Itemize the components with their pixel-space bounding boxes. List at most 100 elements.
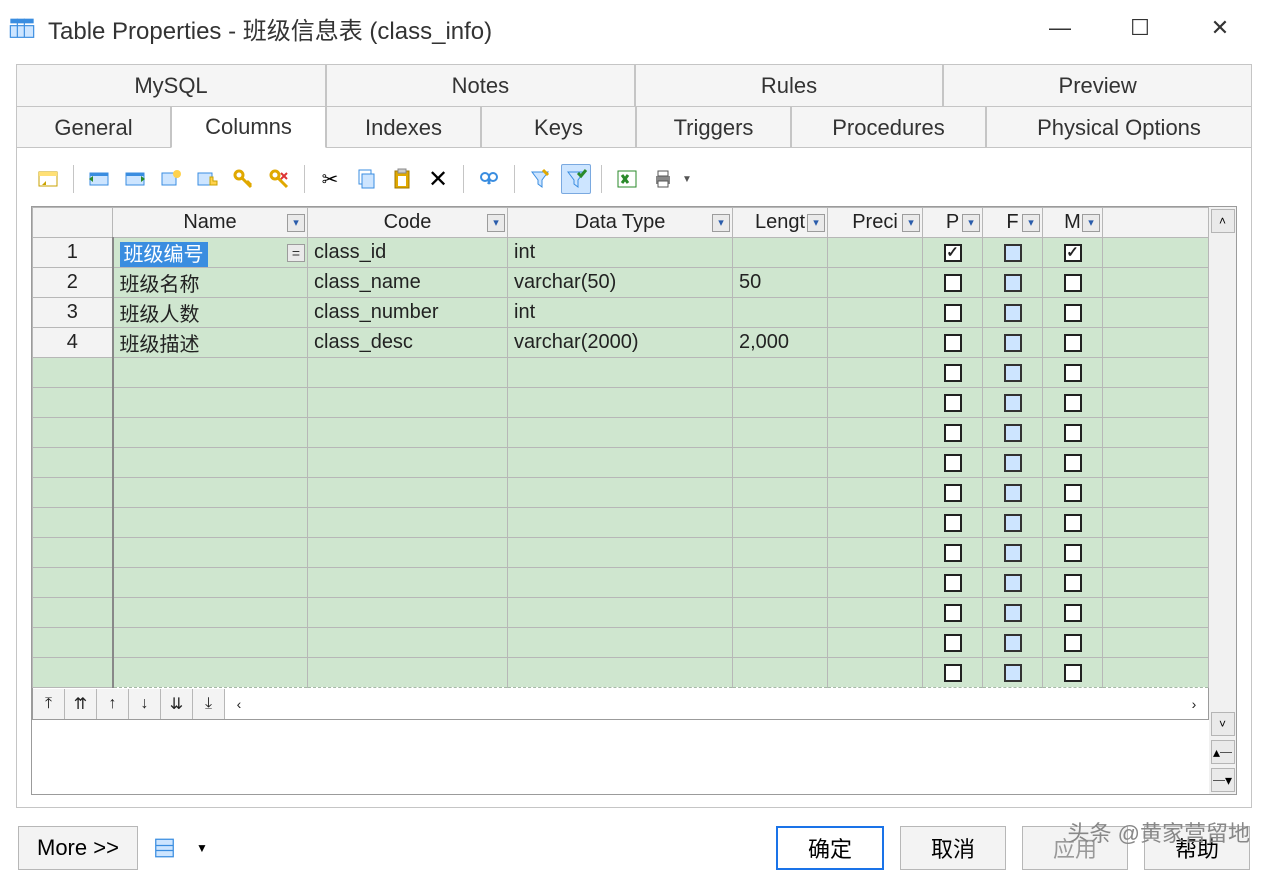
cell-datatype[interactable]: [508, 658, 733, 688]
cell-length[interactable]: [733, 598, 828, 628]
cell-precision[interactable]: [828, 268, 923, 298]
cell-f[interactable]: [983, 448, 1043, 478]
move-down-icon[interactable]: ↓: [129, 689, 161, 719]
header-p[interactable]: P: [923, 208, 983, 238]
checkbox[interactable]: [944, 664, 962, 682]
checkbox[interactable]: [944, 574, 962, 592]
cell-precision[interactable]: [828, 418, 923, 448]
table-row[interactable]: 1班级编号=class_idint: [33, 238, 1209, 268]
cell-f[interactable]: [983, 628, 1043, 658]
cell-f[interactable]: [983, 598, 1043, 628]
filter-edit-icon[interactable]: [525, 164, 555, 194]
ok-button[interactable]: 确定: [776, 826, 884, 870]
cell-precision[interactable]: [828, 298, 923, 328]
row-number[interactable]: [33, 598, 113, 628]
cell-precision[interactable]: [828, 628, 923, 658]
row-number[interactable]: [33, 568, 113, 598]
cell-f[interactable]: [983, 508, 1043, 538]
checkbox[interactable]: [1004, 274, 1022, 292]
cell-m[interactable]: [1043, 328, 1103, 358]
table-row[interactable]: 3班级人数class_numberint: [33, 298, 1209, 328]
cell-f[interactable]: [983, 388, 1043, 418]
filter-apply-icon[interactable]: [561, 164, 591, 194]
add-row-icon[interactable]: [120, 164, 150, 194]
cell-code[interactable]: class_number: [308, 298, 508, 328]
cell-name[interactable]: 班级编号=: [113, 238, 308, 268]
table-row[interactable]: [33, 538, 1209, 568]
cell-datatype[interactable]: int: [508, 238, 733, 268]
cell-name[interactable]: [113, 448, 308, 478]
cell-p[interactable]: [923, 598, 983, 628]
cell-m[interactable]: [1043, 478, 1103, 508]
checkbox[interactable]: [1064, 364, 1082, 382]
cell-f[interactable]: [983, 538, 1043, 568]
cell-code[interactable]: class_name: [308, 268, 508, 298]
cell-datatype[interactable]: [508, 418, 733, 448]
cell-name[interactable]: [113, 538, 308, 568]
cell-length[interactable]: [733, 628, 828, 658]
checkbox[interactable]: [1004, 604, 1022, 622]
cell-precision[interactable]: [828, 508, 923, 538]
move-down-far-icon[interactable]: ⇊: [161, 689, 193, 719]
scroll-down-icon[interactable]: ˅: [1211, 712, 1235, 736]
horizontal-scrollbar[interactable]: ‹ ›: [225, 694, 1208, 714]
table-row[interactable]: [33, 478, 1209, 508]
checkbox[interactable]: [1004, 364, 1022, 382]
cell-length[interactable]: [733, 538, 828, 568]
table-row[interactable]: [33, 568, 1209, 598]
cell-m[interactable]: [1043, 388, 1103, 418]
cell-code[interactable]: [308, 538, 508, 568]
row-number[interactable]: [33, 388, 113, 418]
cell-p[interactable]: [923, 388, 983, 418]
row-number[interactable]: [33, 358, 113, 388]
row-number[interactable]: [33, 448, 113, 478]
cell-m[interactable]: [1043, 628, 1103, 658]
cell-length[interactable]: 2,000: [733, 328, 828, 358]
tab-keys[interactable]: Keys: [481, 106, 636, 148]
cell-precision[interactable]: [828, 388, 923, 418]
cell-length[interactable]: [733, 418, 828, 448]
cell-precision[interactable]: [828, 478, 923, 508]
checkbox[interactable]: [1064, 544, 1082, 562]
checkbox[interactable]: [1004, 454, 1022, 472]
cell-m[interactable]: [1043, 418, 1103, 448]
cell-p[interactable]: [923, 298, 983, 328]
cell-p[interactable]: [923, 628, 983, 658]
cell-name[interactable]: [113, 418, 308, 448]
cell-m[interactable]: [1043, 448, 1103, 478]
tab-mysql[interactable]: MySQL: [16, 64, 326, 106]
checkbox[interactable]: [1064, 514, 1082, 532]
cell-datatype[interactable]: [508, 388, 733, 418]
checkbox[interactable]: [1004, 574, 1022, 592]
checkbox[interactable]: [1064, 394, 1082, 412]
cell-precision[interactable]: [828, 358, 923, 388]
cell-name[interactable]: [113, 388, 308, 418]
cell-m[interactable]: [1043, 598, 1103, 628]
more-button[interactable]: More >>: [18, 826, 138, 870]
checkbox[interactable]: [1004, 304, 1022, 322]
vertical-scrollbar[interactable]: ˄ ˅ ▴ ▾: [1209, 206, 1237, 795]
cell-p[interactable]: [923, 538, 983, 568]
checkbox[interactable]: [944, 544, 962, 562]
dropdown-icon[interactable]: [487, 214, 505, 232]
properties-icon[interactable]: [33, 164, 63, 194]
tab-physical-options[interactable]: Physical Options: [986, 106, 1252, 148]
table-row[interactable]: [33, 448, 1209, 478]
cell-length[interactable]: [733, 508, 828, 538]
cell-length[interactable]: [733, 478, 828, 508]
dropdown-icon[interactable]: [712, 214, 730, 232]
cell-datatype[interactable]: varchar(2000): [508, 328, 733, 358]
tab-procedures[interactable]: Procedures: [791, 106, 986, 148]
scroll-collapse-up-icon[interactable]: ▴: [1211, 740, 1235, 764]
header-precision[interactable]: Preci: [828, 208, 923, 238]
cell-m[interactable]: [1043, 238, 1103, 268]
dropdown-icon[interactable]: [1022, 214, 1040, 232]
table-row[interactable]: [33, 598, 1209, 628]
find-icon[interactable]: [474, 164, 504, 194]
checkbox[interactable]: [944, 634, 962, 652]
tab-rules[interactable]: Rules: [635, 64, 944, 106]
cell-datatype[interactable]: varchar(50): [508, 268, 733, 298]
cell-name[interactable]: [113, 598, 308, 628]
table-new-icon[interactable]: [156, 164, 186, 194]
scroll-collapse-down-icon[interactable]: ▾: [1211, 768, 1235, 792]
